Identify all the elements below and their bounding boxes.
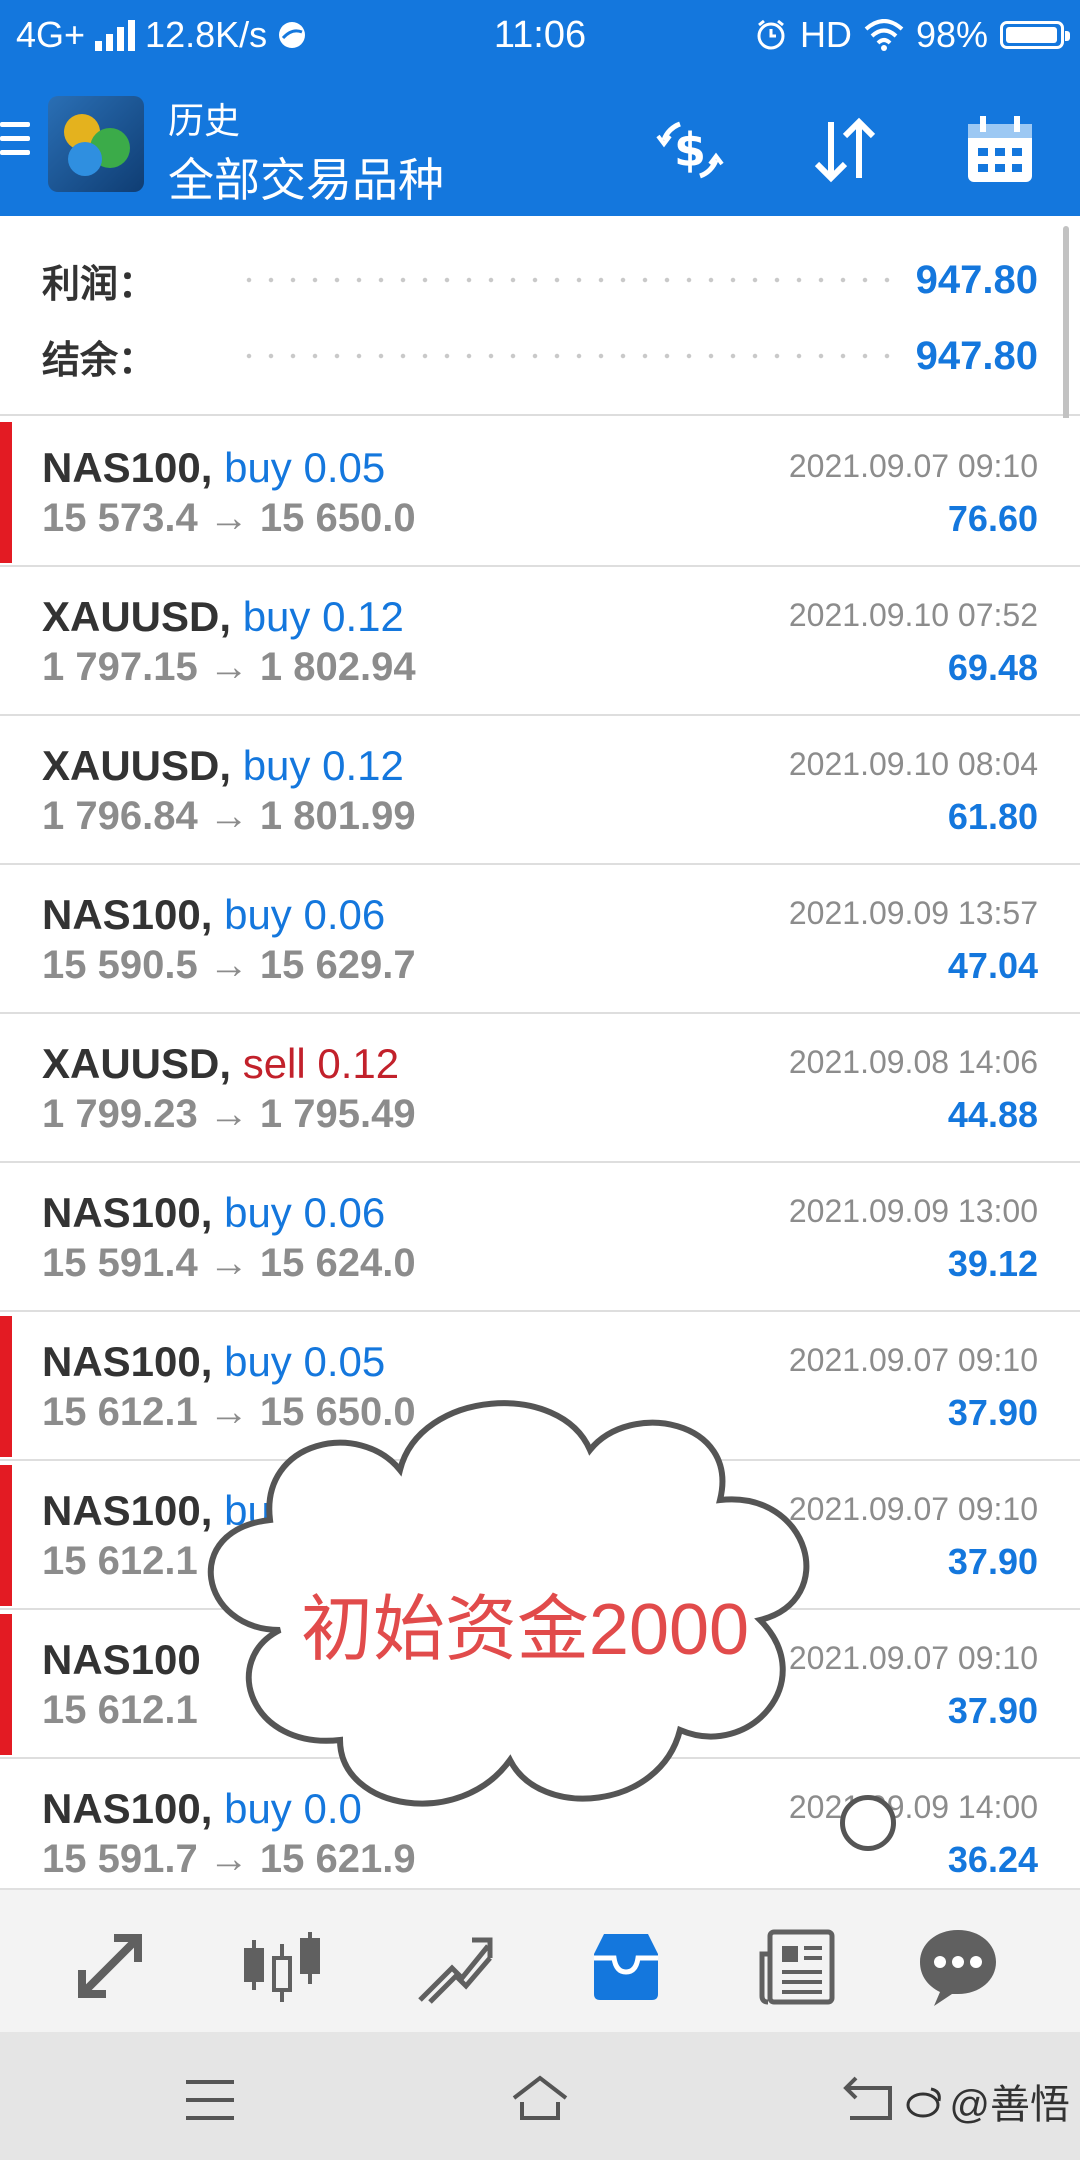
- battery-fill: [1006, 27, 1057, 43]
- trade-row[interactable]: XAUUSD, buy 0.12 1 797.15 → 1 802.94 2021.…: [0, 567, 1080, 716]
- trade-symbol: NAS100, buy 0.06: [42, 1189, 385, 1237]
- app-logo: [48, 96, 144, 192]
- trade-row[interactable]: XAUUSD, sell 0.12 1 799.23 → 1 795.49 2021…: [0, 1014, 1080, 1163]
- profit-row: 利润： 947.80: [42, 250, 1038, 310]
- trade-symbol: XAUUSD, sell 0.12: [42, 1040, 399, 1088]
- trade-row[interactable]: NAS100, buy 0.06 15 591.4 → 15 624.0 2021.…: [0, 1163, 1080, 1312]
- trade-profit: 47.04: [947, 945, 1038, 986]
- trade-prices: 15 573.4 → 15 650.0: [42, 496, 416, 540]
- trade-profit: 61.80: [947, 796, 1038, 837]
- trade-direction-volume: buy 0.05: [224, 444, 386, 491]
- candlestick-icon[interactable]: [240, 1924, 324, 2008]
- trade-direction-volume: buy 0.12: [242, 593, 404, 640]
- profit-label: 利润：: [42, 263, 157, 306]
- symbol-text: NAS100,: [42, 891, 213, 938]
- trade-direction-volume: sell 0.12: [242, 1040, 400, 1087]
- arrows-diagonal-icon[interactable]: [68, 1924, 152, 2008]
- trade-row[interactable]: XAUUSD, buy 0.12 1 796.84 → 1 801.99 2021.…: [0, 716, 1080, 865]
- symbol-text: NAS100,: [42, 444, 213, 491]
- partial-close-marker: [0, 422, 12, 563]
- trade-profit: 69.48: [947, 647, 1038, 688]
- weibo-logo-icon: [906, 2087, 942, 2118]
- cloud-sticker: 初始资金2000: [160, 1380, 890, 1840]
- trade-row[interactable]: NAS100, buy 0.05 15 573.4 → 15 650.0 2021.…: [0, 418, 1080, 567]
- newspaper-icon[interactable]: [756, 1924, 840, 2008]
- partial-close-marker: [0, 1465, 12, 1606]
- home-icon[interactable]: [510, 2072, 570, 2128]
- page-subtitle: 历史: [168, 100, 241, 141]
- symbol-text: XAUUSD,: [42, 593, 232, 640]
- wifi-icon: [864, 19, 904, 51]
- trade-time: 2021.09.08 14:06: [788, 1044, 1038, 1080]
- trend-lines-icon[interactable]: [412, 1924, 496, 2008]
- trade-time: 2021.09.10 08:04: [788, 746, 1038, 782]
- trade-symbol: XAUUSD, buy 0.12: [42, 742, 404, 790]
- profit-value: 947.80: [915, 257, 1038, 302]
- trade-profit: 44.88: [947, 1094, 1038, 1135]
- trade-time: 2021.09.10 07:52: [788, 597, 1038, 633]
- floating-circle-icon[interactable]: [840, 1795, 896, 1851]
- chat-bubble-icon[interactable]: [916, 1924, 1000, 2008]
- trade-prices: 1 799.23 → 1 795.49: [42, 1092, 416, 1136]
- balance-label: 结余：: [42, 339, 157, 382]
- watermark-text: @善悟: [949, 2083, 1070, 2127]
- system-navigation-bar: @善悟: [0, 2032, 1080, 2160]
- trade-prices: 15 591.4 → 15 624.0: [42, 1241, 416, 1285]
- summary-panel: 利润： 947.80 结余： 947.80: [0, 216, 1080, 416]
- trade-direction-volume: buy 0.12: [242, 742, 404, 789]
- trade-profit: 76.60: [947, 498, 1038, 539]
- trade-profit: 37.90: [947, 1392, 1038, 1433]
- trade-profit: 39.12: [947, 1243, 1038, 1284]
- trade-time: 2021.09.09 13:00: [788, 1193, 1038, 1229]
- calendar-icon[interactable]: [960, 110, 1040, 190]
- menu-icon[interactable]: [0, 122, 30, 164]
- symbol-text: NAS100,: [42, 1338, 213, 1385]
- recent-apps-icon[interactable]: [180, 2072, 240, 2128]
- trade-symbol: NAS100, buy 0.06: [42, 891, 385, 939]
- dotted-leader: [238, 326, 900, 386]
- svg-text:$: $: [674, 123, 706, 177]
- balance-row: 结余： 947.80: [42, 326, 1038, 386]
- trade-profit: 37.90: [947, 1690, 1038, 1731]
- trade-direction-volume: buy 0.06: [224, 1189, 386, 1236]
- watermark: @善悟: [905, 2072, 1070, 2130]
- alarm-icon: [757, 19, 785, 50]
- back-icon[interactable]: [840, 2072, 900, 2128]
- hd-indicator: HD: [799, 14, 852, 55]
- divider: [0, 414, 1080, 416]
- inbox-icon[interactable]: [584, 1924, 668, 2008]
- partial-close-marker: [0, 1316, 12, 1457]
- trade-symbol: XAUUSD, buy 0.12: [42, 593, 404, 641]
- currency-exchange-icon[interactable]: $: [650, 110, 730, 190]
- trade-time: 2021.09.07 09:10: [788, 448, 1038, 484]
- page-title[interactable]: 全部交易品种: [168, 144, 444, 210]
- trade-direction-volume: buy 0.05: [224, 1338, 386, 1385]
- symbol-text: NAS100,: [42, 1189, 213, 1236]
- symbol-text: XAUUSD,: [42, 1040, 232, 1087]
- trade-time: 2021.09.09 13:57: [788, 895, 1038, 931]
- trade-direction-volume: buy 0.06: [224, 891, 386, 938]
- status-bar: 4G+ 12.8K/s 11:06 HD 98%: [0, 0, 1080, 70]
- battery-icon: [1000, 21, 1070, 49]
- status-right: HD 98%: [754, 14, 1070, 56]
- trade-prices: 1 796.84 → 1 801.99: [42, 794, 416, 838]
- trade-symbol: NAS100, buy 0.05: [42, 1338, 385, 1386]
- trade-profit: 36.24: [947, 1839, 1038, 1880]
- trade-prices: 15 590.5 → 15 629.7: [42, 943, 416, 987]
- bottom-navigation: [0, 1888, 1080, 2034]
- trade-profit: 37.90: [947, 1541, 1038, 1582]
- battery-percent: 98%: [915, 14, 988, 55]
- app-toolbar: 历史 全部交易品种 $: [0, 70, 1080, 216]
- cloud-text: 初始资金2000: [300, 1590, 750, 1670]
- trade-symbol: NAS100, buy 0.05: [42, 444, 385, 492]
- dotted-leader: [238, 250, 900, 310]
- balance-value: 947.80: [915, 333, 1038, 378]
- symbol-text: XAUUSD,: [42, 742, 232, 789]
- trade-time: 2021.09.07 09:10: [788, 1342, 1038, 1378]
- trade-prices: 1 797.15 → 1 802.94: [42, 645, 416, 689]
- trade-row[interactable]: NAS100, buy 0.06 15 590.5 → 15 629.7 2021.…: [0, 865, 1080, 1014]
- partial-close-marker: [0, 1614, 12, 1755]
- trade-prices: 15 591.7 → 15 621.9: [42, 1837, 416, 1881]
- sort-icon[interactable]: [805, 110, 885, 190]
